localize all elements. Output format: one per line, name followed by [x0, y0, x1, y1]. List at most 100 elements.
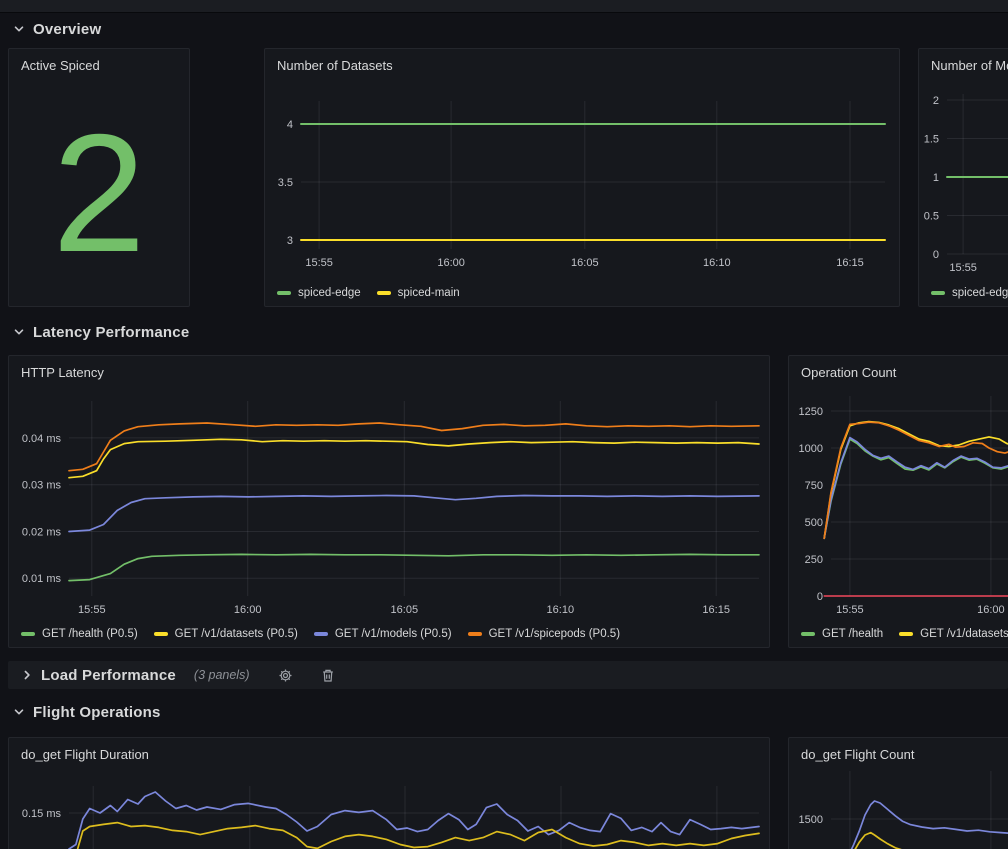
y-tick-label: 0.04 ms [22, 433, 62, 445]
number-of-datasets-chart: 43.5315:5516:0016:0516:1016:15 [265, 49, 900, 307]
y-tick-label: 3.5 [278, 177, 293, 189]
series-line [69, 496, 759, 532]
toolbar-edge [0, 0, 1008, 13]
legend-label: spiced-main [398, 287, 460, 299]
x-tick-label: 16:00 [234, 604, 262, 616]
trash-icon [321, 668, 335, 683]
panel-title[interactable]: Active Spiced [21, 58, 181, 73]
panel-number-of-datasets: Number of Datasets 43.5315:5516:0016:051… [264, 48, 900, 307]
panel-title[interactable]: Number of Models [931, 58, 1008, 73]
y-tick-label: 0.03 ms [22, 480, 62, 492]
panel-do-get-flight-count: do_get Flight Count 1500 [788, 737, 1008, 849]
panel-http-latency: HTTP Latency 0.04 ms 0.03 ms 0.02 ms 0.01 m… [8, 355, 770, 648]
series-line [69, 792, 759, 849]
legend-item[interactable]: GET /health [801, 628, 883, 640]
y-tick-label: 250 [805, 554, 823, 566]
legend-label: GET /v1/models (P0.5) [335, 628, 452, 640]
y-tick-label: 1 [933, 172, 939, 184]
y-tick-label: 3 [287, 235, 293, 247]
panel-title[interactable]: do_get Flight Count [801, 747, 1008, 762]
series-line [69, 554, 759, 580]
legend-swatch [468, 632, 482, 636]
y-tick-label: 0.01 ms [22, 573, 62, 585]
legend-item[interactable]: GET /v1/datasets (P0.5) [154, 628, 298, 640]
legend-swatch [377, 291, 391, 295]
number-of-models-chart: 21.510.5015:5516:00 [919, 49, 1008, 307]
legend-item[interactable]: spiced-edge [931, 287, 1008, 299]
x-tick-label: 16:15 [702, 604, 730, 616]
section-title: Latency Performance [33, 324, 189, 341]
legend-item[interactable]: GET /v1/models (P0.5) [314, 628, 452, 640]
panel-title[interactable]: HTTP Latency [21, 365, 761, 380]
x-tick-label: 15:55 [949, 262, 977, 274]
legend-swatch [21, 632, 35, 636]
panel-title[interactable]: Number of Datasets [277, 58, 891, 73]
gear-icon [278, 668, 293, 683]
x-tick-label: 15:55 [78, 604, 106, 616]
legend-item[interactable]: spiced-main [377, 287, 460, 299]
section-row-flight-operations[interactable]: Flight Operations [0, 698, 1008, 726]
x-tick-label: 16:05 [391, 604, 419, 616]
row-delete-button[interactable] [314, 664, 342, 686]
dashboard: Overview Active Spiced 2 Number of Datas… [0, 0, 1008, 849]
legend-label: GET /health [822, 628, 883, 640]
x-tick-label: 16:10 [547, 604, 575, 616]
section-row-latency-performance[interactable]: Latency Performance [0, 318, 1008, 346]
x-tick-label: 16:05 [571, 257, 599, 269]
chart-legend: spiced-edge spiced-main [277, 287, 460, 299]
y-tick-label: 0 [933, 249, 939, 261]
chart-legend: spiced-edge [931, 287, 1008, 299]
y-tick-label: 0.02 ms [22, 527, 62, 539]
legend-label: GET /v1/datasets (P0.5) [175, 628, 298, 640]
panel-operation-count: Operation Count 12501000750500250015:551… [788, 355, 1008, 648]
panel-do-get-flight-duration: do_get Flight Duration 0.15 ms [8, 737, 770, 849]
panel-active-spiced: Active Spiced 2 [8, 48, 190, 307]
legend-item[interactable]: GET /v1/spicepods (P0.5) [468, 628, 620, 640]
y-tick-label: 500 [805, 517, 823, 529]
series-line [824, 439, 1008, 538]
legend-swatch [154, 632, 168, 636]
active-spiced-value: 2 [52, 109, 145, 277]
chevron-down-icon [13, 706, 25, 718]
legend-label: GET /health (P0.5) [42, 628, 138, 640]
legend-label: spiced-edge [952, 287, 1008, 299]
y-tick-label: 1250 [799, 406, 823, 418]
section-row-overview[interactable]: Overview [0, 15, 1008, 43]
y-tick-label: 2 [933, 95, 939, 107]
stat-value-wrap: 2 [9, 79, 189, 306]
series-line [69, 823, 759, 849]
chevron-down-icon [13, 23, 25, 35]
y-tick-label: 1.5 [924, 134, 939, 146]
operation-count-chart: 12501000750500250015:5516:0016:05 [789, 356, 1008, 648]
series-line [850, 833, 1008, 849]
chevron-down-icon [13, 326, 25, 338]
section-row-load-performance[interactable]: Load Performance (3 panels) [8, 661, 1008, 689]
legend-swatch [931, 291, 945, 295]
chevron-right-icon [21, 669, 33, 681]
legend-swatch [314, 632, 328, 636]
y-tick-label: 4 [287, 119, 293, 131]
legend-item[interactable]: GET /v1/datasets [899, 628, 1008, 640]
series-line [69, 439, 759, 477]
chart-legend: GET /health (P0.5) GET /v1/datasets (P0.5… [21, 628, 620, 640]
x-tick-label: 16:00 [437, 257, 465, 269]
chart-legend: GET /health GET /v1/datasets [801, 628, 1008, 640]
x-tick-label: 15:55 [836, 604, 864, 616]
x-tick-label: 16:00 [977, 604, 1005, 616]
y-tick-label: 1000 [799, 443, 823, 455]
x-tick-label: 16:10 [703, 257, 731, 269]
legend-swatch [801, 632, 815, 636]
legend-item[interactable]: GET /health (P0.5) [21, 628, 138, 640]
legend-swatch [277, 291, 291, 295]
y-tick-label: 0.15 ms [22, 808, 62, 820]
legend-label: spiced-edge [298, 287, 361, 299]
section-title: Flight Operations [33, 704, 161, 721]
y-tick-label: 0.5 [924, 211, 939, 223]
panel-title[interactable]: do_get Flight Duration [21, 747, 761, 762]
panel-title[interactable]: Operation Count [801, 365, 1008, 380]
row-settings-button[interactable] [272, 664, 300, 686]
section-title: Load Performance [41, 667, 176, 684]
legend-label: GET /v1/datasets [920, 628, 1008, 640]
series-line [824, 438, 1008, 539]
legend-item[interactable]: spiced-edge [277, 287, 361, 299]
